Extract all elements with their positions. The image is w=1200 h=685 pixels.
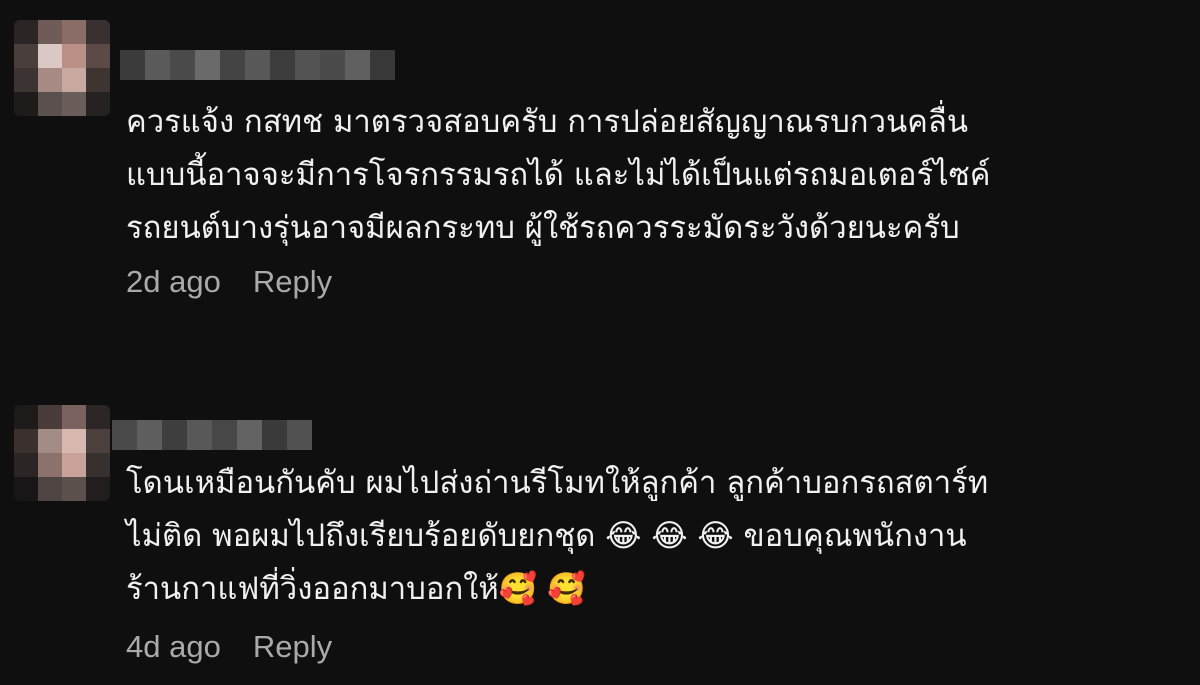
username-blurred[interactable] [112, 420, 312, 450]
avatar-pixel [38, 20, 62, 44]
username-pixel [245, 50, 270, 80]
avatar-pixel [62, 68, 86, 92]
avatar-pixel [86, 92, 110, 116]
avatar-pixel [38, 68, 62, 92]
username-pixel [112, 420, 137, 450]
username-pixel [345, 50, 370, 80]
comment-text: ควรแจ้ง กสทช มาตรวจสอบครับ การปล่อยสัญญา… [126, 104, 991, 246]
username-pixel [195, 50, 220, 80]
username-pixel [370, 50, 395, 80]
username-pixel [212, 420, 237, 450]
avatar-pixel [86, 405, 110, 429]
avatar-pixel [14, 44, 38, 68]
avatar-pixel [38, 405, 62, 429]
avatar-pixel [38, 429, 62, 453]
avatar-pixel [62, 429, 86, 453]
comment-meta: 2d ago Reply [126, 262, 332, 302]
comment-timestamp: 4d ago [126, 629, 221, 664]
username-pixel [145, 50, 170, 80]
avatar-pixel [38, 92, 62, 116]
avatar[interactable] [14, 20, 110, 116]
avatar-pixel [86, 429, 110, 453]
username-pixel [320, 50, 345, 80]
avatar-pixel [86, 477, 110, 501]
avatar-pixel [14, 92, 38, 116]
username-pixel [270, 50, 295, 80]
username-pixel [187, 420, 212, 450]
avatar-pixel [62, 453, 86, 477]
username-pixel [262, 420, 287, 450]
comment-text: โดนเหมือนกันคับ ผมไปส่งถ่านรีโมทให้ลูกค้… [126, 465, 989, 607]
comment-timestamp: 2d ago [126, 264, 221, 299]
avatar-pixel [14, 68, 38, 92]
avatar-pixel [62, 92, 86, 116]
avatar-pixel [14, 477, 38, 501]
avatar-pixel [38, 44, 62, 68]
username-pixel [295, 50, 320, 80]
avatar-pixel [62, 477, 86, 501]
avatar-pixel [62, 405, 86, 429]
username-pixel [170, 50, 195, 80]
username-pixel [237, 420, 262, 450]
avatar-pixel [62, 20, 86, 44]
username-pixel [120, 50, 145, 80]
avatar-pixel [86, 44, 110, 68]
username-blurred[interactable] [120, 50, 395, 80]
username-pixel [137, 420, 162, 450]
avatar-pixel [62, 44, 86, 68]
avatar[interactable] [14, 405, 110, 501]
reply-button[interactable]: Reply [253, 629, 332, 665]
avatar-pixel [86, 453, 110, 477]
avatar-pixel [38, 477, 62, 501]
avatar-pixel [86, 20, 110, 44]
avatar-pixel [14, 453, 38, 477]
comment-meta: 4d ago Reply [126, 627, 332, 667]
avatar-pixel [38, 453, 62, 477]
avatar-pixel [14, 20, 38, 44]
reply-button[interactable]: Reply [253, 264, 332, 300]
avatar-pixel [14, 429, 38, 453]
username-pixel [287, 420, 312, 450]
username-pixel [220, 50, 245, 80]
avatar-pixel [14, 405, 38, 429]
username-pixel [162, 420, 187, 450]
avatar-pixel [86, 68, 110, 92]
